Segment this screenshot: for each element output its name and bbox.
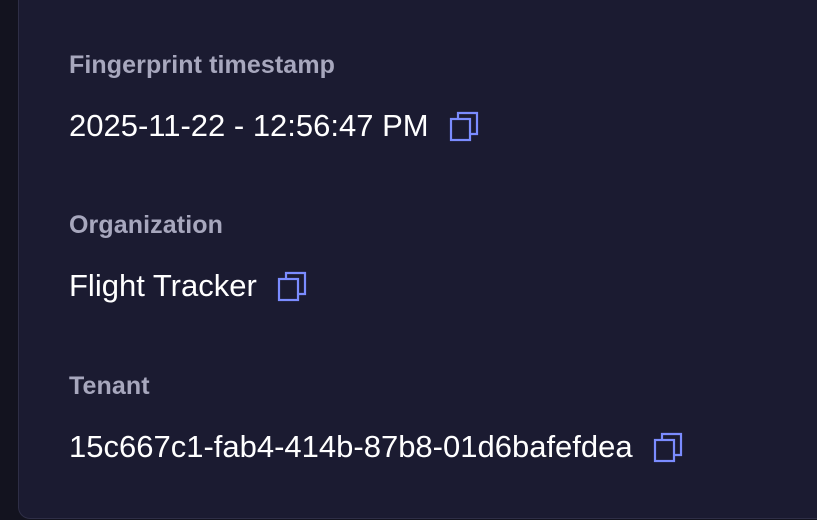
field-fingerprint-timestamp: Fingerprint timestamp 2025-11-22 - 12:56…: [69, 50, 481, 144]
copy-icon: [277, 271, 306, 302]
field-label: Organization: [69, 211, 223, 239]
field-value: 15c667c1-fab4-414b-87b8-01d6bafefdea: [69, 429, 633, 464]
field-value: 2025-11-22 - 12:56:47 PM: [69, 108, 429, 143]
field-tenant: Tenant 15c667c1-fab4-414b-87b8-01d6bafef…: [69, 371, 685, 465]
copy-organization-button[interactable]: [275, 269, 309, 303]
copy-icon: [653, 432, 682, 463]
copy-tenant-button[interactable]: [651, 430, 685, 464]
field-label: Tenant: [69, 372, 150, 400]
field-value-row: Flight Tracker: [69, 268, 309, 304]
field-value: Flight Tracker: [69, 268, 257, 303]
page: Fingerprint timestamp 2025-11-22 - 12:56…: [0, 0, 817, 520]
copy-icon: [449, 111, 478, 142]
field-value-row: 2025-11-22 - 12:56:47 PM: [69, 108, 481, 144]
field-value-row: 15c667c1-fab4-414b-87b8-01d6bafefdea: [69, 429, 685, 465]
field-organization: Organization Flight Tracker: [69, 210, 309, 304]
copy-timestamp-button[interactable]: [447, 109, 481, 143]
field-label: Fingerprint timestamp: [69, 51, 336, 79]
details-card: Fingerprint timestamp 2025-11-22 - 12:56…: [18, 0, 817, 519]
